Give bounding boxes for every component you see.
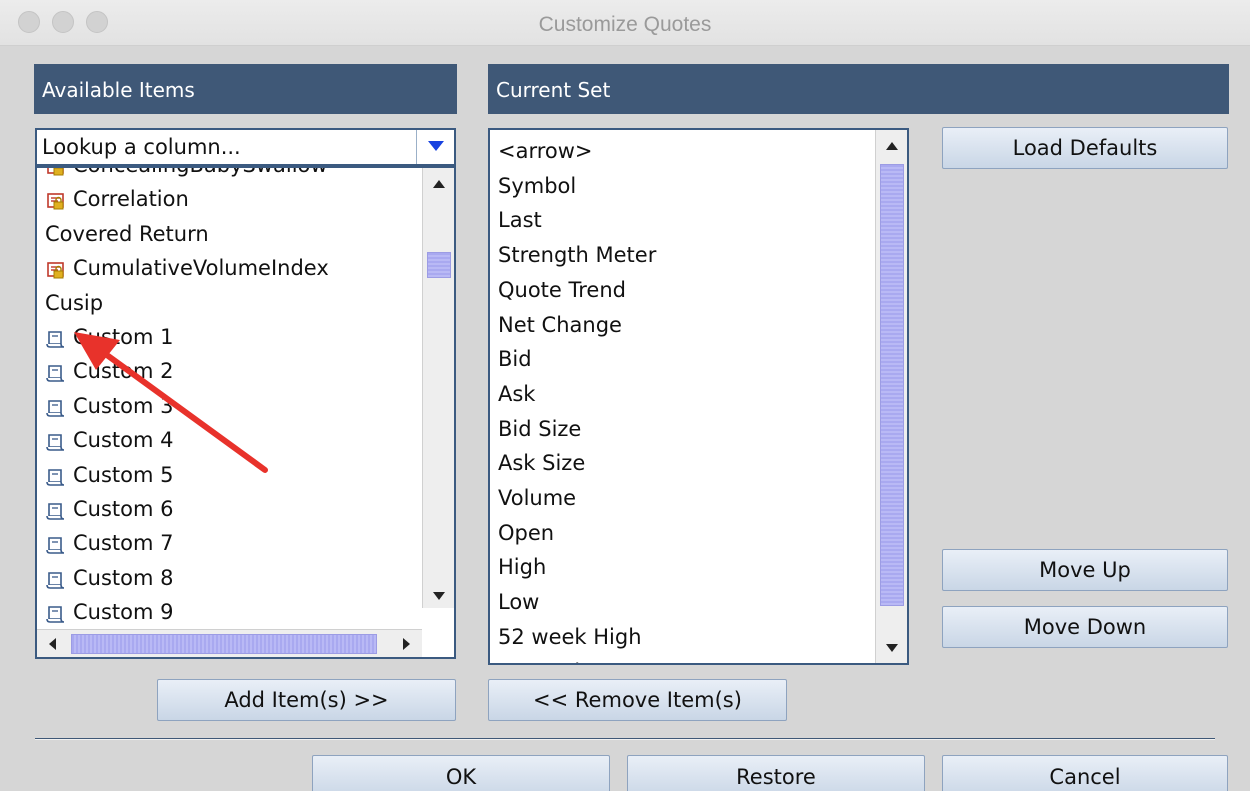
available-list-item[interactable]: ConcealingBabySwallow [45, 168, 328, 182]
load-defaults-button[interactable]: Load Defaults [942, 127, 1228, 169]
move-up-button[interactable]: Move Up [942, 549, 1228, 591]
available-list-item-label: Correlation [73, 187, 189, 212]
current-list-item[interactable]: Open [498, 516, 554, 550]
available-list-item-label: Covered Return [45, 221, 209, 246]
script-icon [45, 532, 67, 555]
available-list-item[interactable]: Custom 6 [45, 492, 174, 526]
available-list-item-label: CumulativeVolumeIndex [73, 256, 329, 281]
current-list-item[interactable]: Quote Trend [498, 273, 626, 307]
move-down-button[interactable]: Move Down [942, 606, 1228, 648]
available-vertical-scrollbar[interactable] [422, 168, 454, 608]
available-list-item[interactable]: Correlation [45, 182, 189, 216]
lookup-column-input[interactable]: Lookup a column... [42, 135, 241, 159]
available-list-item-label: ConcealingBabySwallow [73, 168, 328, 182]
available-list-item[interactable]: Custom 9 [45, 595, 174, 629]
scroll-right-arrow-icon[interactable] [399, 636, 415, 652]
available-list-item-label: Custom 6 [73, 497, 174, 521]
available-list-item[interactable]: Custom 7 [45, 526, 174, 560]
scroll-up-arrow-icon[interactable] [884, 138, 900, 154]
current-list-item[interactable]: Symbol [498, 169, 576, 203]
remove-items-button[interactable]: << Remove Item(s) [488, 679, 787, 721]
current-list-item[interactable]: Ask Size [498, 446, 585, 480]
current-list-item[interactable]: Ask [498, 377, 535, 411]
current-vertical-scrollbar[interactable] [875, 130, 907, 663]
scroll-down-arrow-icon[interactable] [884, 640, 900, 656]
current-list-item[interactable]: Bid [498, 342, 532, 376]
available-list-item[interactable]: Cusip [45, 286, 103, 320]
restore-button[interactable]: Restore [627, 755, 925, 791]
available-horizontal-scroll-thumb[interactable] [71, 634, 377, 654]
available-list-item[interactable]: Custom 8 [45, 561, 174, 595]
scroll-left-arrow-icon[interactable] [45, 636, 61, 652]
current-list-item[interactable]: 52 week High [498, 620, 642, 654]
available-list-item[interactable]: Covered Return [45, 217, 209, 251]
current-list-item[interactable]: Strength Meter [498, 238, 656, 272]
available-list-item[interactable]: CumulativeVolumeIndex [45, 251, 329, 285]
available-items-header: Available Items [34, 64, 457, 114]
annotation-arrow-icon [74, 332, 268, 473]
lookup-dropdown-button[interactable] [416, 130, 454, 164]
ok-button[interactable]: OK [312, 755, 610, 791]
locked-script-icon [45, 257, 67, 279]
triangle-down-icon [428, 141, 444, 151]
cancel-button[interactable]: Cancel [942, 755, 1228, 791]
scroll-down-arrow-icon[interactable] [431, 588, 447, 604]
current-list-item[interactable]: Last [498, 203, 542, 237]
current-list-item[interactable]: Bid Size [498, 412, 581, 446]
locked-script-icon [45, 188, 67, 210]
available-list-item-label: Cusip [45, 290, 104, 315]
available-list-item-label: Custom 9 [73, 600, 174, 625]
current-vertical-scroll-thumb[interactable] [880, 164, 904, 606]
script-icon [45, 567, 67, 589]
lookup-column-combobox[interactable]: Lookup a column... [35, 128, 456, 166]
scroll-up-arrow-icon[interactable] [431, 176, 447, 192]
title-bar: Customize Quotes [0, 0, 1250, 46]
available-horizontal-scrollbar[interactable] [37, 629, 422, 657]
current-list-item[interactable]: <arrow> [498, 134, 593, 168]
script-icon [45, 601, 67, 623]
locked-script-icon [45, 168, 67, 176]
available-vertical-scroll-thumb[interactable] [427, 252, 451, 278]
current-list-item[interactable]: 52 week Low [498, 655, 635, 664]
available-list-item-label: Custom 8 [73, 565, 174, 590]
footer-separator [35, 738, 1215, 740]
current-set-header: Current Set [488, 64, 1229, 114]
add-items-button[interactable]: Add Item(s) >> [157, 679, 456, 721]
window-title: Customize Quotes [538, 13, 712, 36]
current-list-item[interactable]: Net Change [498, 308, 622, 342]
script-icon [45, 498, 67, 520]
available-list-item-label: Custom 7 [73, 531, 174, 556]
current-list-item[interactable]: Low [498, 585, 539, 619]
current-list-item[interactable]: High [498, 550, 546, 584]
current-set-list[interactable]: <arrow> Symbol Last Strength Meter Quote Tre… [488, 128, 909, 665]
current-list-item[interactable]: Volume [498, 481, 576, 515]
